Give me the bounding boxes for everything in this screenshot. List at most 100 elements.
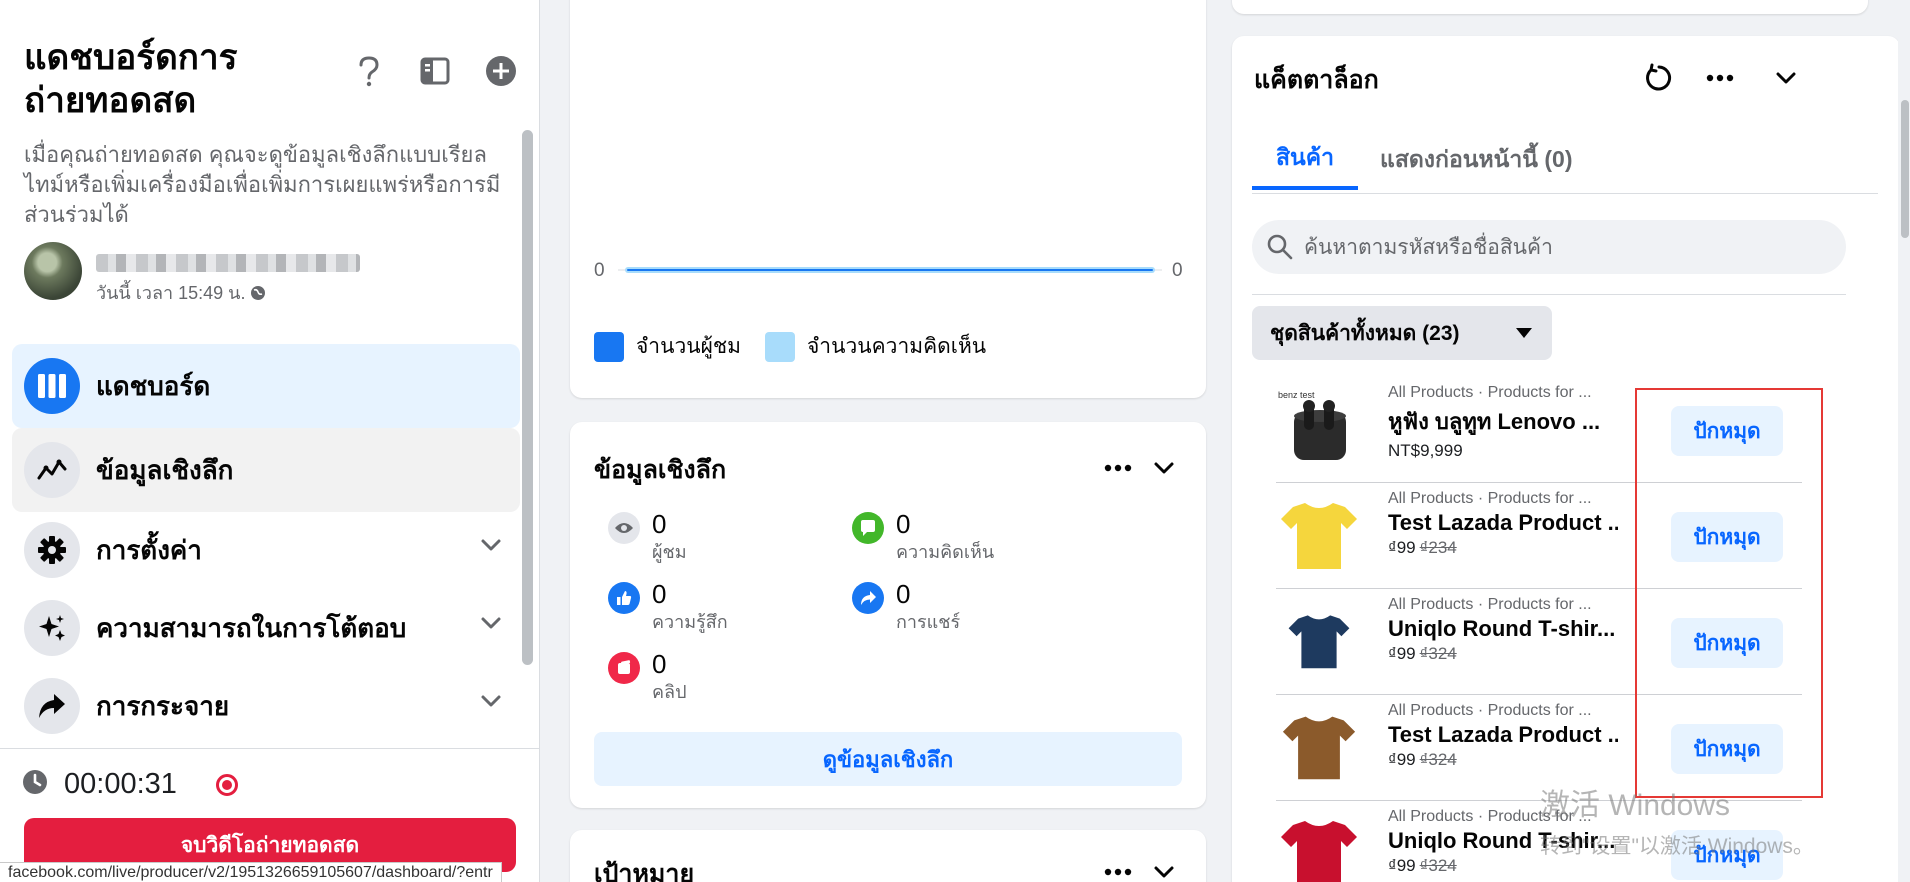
search-icon: [1266, 233, 1294, 267]
goals-title: เป้าหมาย: [594, 860, 695, 882]
panel-toggle-icon[interactable]: [418, 54, 452, 88]
see-insights-button[interactable]: ดูข้อมูลเชิงลึก: [594, 732, 1182, 786]
tab-label: แสดงก่อนหน้านี้ (0): [1380, 146, 1573, 172]
page-title: แดชบอร์ดการถ่ายทอดสด: [24, 38, 238, 120]
share-icon: [24, 678, 80, 734]
chevron-down-icon[interactable]: [1146, 450, 1182, 486]
legend-item-viewers: จำนวนผู้ชม: [594, 330, 741, 363]
product-price: NT$9,999: [1388, 441, 1618, 461]
product-category: All Products · Products for ...: [1388, 596, 1592, 613]
viewers-chart-card: 0 0 จำนวนผู้ชม จำนวนความคิดเห็น: [570, 0, 1206, 398]
status-url: facebook.com/live/producer/v2/1951326659…: [0, 862, 502, 882]
price-current: ₫99: [1388, 856, 1416, 875]
tab-previously-shown[interactable]: แสดงก่อนหน้านี้ (0): [1356, 130, 1597, 190]
nav-insights[interactable]: ข้อมูลเชิงลึก: [12, 428, 520, 512]
price-original: ₫324: [1419, 644, 1457, 663]
tab-products[interactable]: สินค้า: [1252, 130, 1359, 190]
nav-settings[interactable]: การตั้งค่า: [12, 508, 520, 592]
chevron-down-icon: [480, 694, 502, 713]
price-original: ₫324: [1419, 750, 1457, 769]
highlight-annotation-box: [1635, 388, 1823, 798]
metric-value: 0: [652, 509, 667, 539]
product-name: Test Lazada Product ...: [1388, 722, 1618, 747]
nav-label: แดชบอร์ด: [96, 370, 211, 401]
product-name: Uniqlo Round T-shir...: [1388, 616, 1616, 641]
product-thumbnail: [1276, 704, 1362, 790]
earbuds-image: benz test: [1276, 386, 1362, 472]
more-options-icon[interactable]: [1100, 854, 1136, 882]
nav-label: ข้อมูลเชิงลึก: [96, 454, 234, 485]
sidebar-scrollbar[interactable]: [522, 130, 533, 665]
viewers-chart: 0 0: [594, 260, 1183, 281]
metric-label: การแชร์: [896, 612, 961, 632]
product-search-input[interactable]: ค้นหาตามรหัสหรือชื่อสินค้า: [1252, 220, 1846, 274]
eye-icon: [608, 512, 640, 544]
metric-value: 0: [652, 579, 667, 609]
product-thumbnail: [1276, 492, 1362, 578]
chevron-down-icon[interactable]: [1766, 58, 1806, 98]
nav-dashboard[interactable]: แดชบอร์ด: [12, 344, 520, 428]
price-current: ₫99: [1388, 538, 1416, 557]
nav-distribution[interactable]: การกระจาย: [12, 664, 520, 748]
timer-text: 00:00:31: [64, 768, 177, 800]
metric-label: ความรู้สึก: [652, 612, 728, 632]
legend-item-comments: จำนวนความคิดเห็น: [765, 330, 986, 363]
divider: [1252, 294, 1846, 295]
chevron-down-icon: [480, 538, 502, 557]
legend-label: จำนวนผู้ชม: [636, 335, 741, 358]
sparkle-icon: [24, 600, 80, 656]
legend-swatch: [765, 331, 795, 362]
product-thumbnail: [1276, 598, 1362, 684]
nav-label: การตั้งค่า: [96, 534, 202, 565]
nav-label: ความสามารถในการโต้ตอบ: [96, 612, 407, 643]
tshirt-image: [1282, 716, 1356, 780]
product-price: ₫99 ₫324: [1388, 856, 1618, 876]
product-category: All Products · Products for ...: [1388, 808, 1592, 825]
page-scrollbar-thumb[interactable]: [1901, 100, 1909, 238]
page-description: เมื่อคุณถ่ายทอดสด คุณจะดูข้อมูลเชิงลึกแบ…: [24, 142, 501, 227]
search-placeholder: ค้นหาตามรหัสหรือชื่อสินค้า: [1304, 235, 1553, 259]
gear-icon: [24, 522, 80, 578]
tab-label: สินค้า: [1276, 144, 1335, 170]
metric-label: ผู้ชม: [652, 542, 687, 562]
chevron-down-icon: [480, 616, 502, 635]
like-icon: [608, 582, 640, 614]
help-icon[interactable]: [352, 54, 386, 88]
metric-viewers: 0 ผู้ชม: [608, 508, 687, 564]
price-original: ₫234: [1419, 538, 1457, 557]
live-record-icon: [216, 774, 238, 796]
previous-card: [1232, 0, 1868, 14]
add-icon[interactable]: [484, 54, 518, 88]
profile-name-blurred: [96, 254, 360, 272]
product-thumbnail: [1276, 810, 1362, 882]
more-options-icon[interactable]: [1100, 450, 1136, 486]
avatar[interactable]: [24, 242, 82, 300]
product-set-dropdown[interactable]: ชุดสินค้าทั้งหมด (23): [1252, 306, 1552, 360]
product-name: Uniqlo Round T-shir...: [1388, 828, 1616, 853]
y-axis-left-label: 0: [594, 260, 605, 281]
dashboard-icon: [24, 358, 80, 414]
pin-button[interactable]: ปักหมุด: [1671, 830, 1783, 880]
chevron-down-icon[interactable]: [1146, 854, 1182, 882]
price-current: NT$9,999: [1388, 441, 1463, 460]
nav-interactivity[interactable]: ความสามารถในการโต้ตอบ: [12, 586, 520, 670]
thumb-caption: benz test: [1278, 390, 1315, 400]
metric-label: ความคิดเห็น: [896, 542, 995, 562]
divider: [0, 748, 540, 749]
more-options-icon[interactable]: [1700, 58, 1740, 98]
product-category: All Products · Products for ...: [1388, 384, 1592, 401]
insights-card: ข้อมูลเชิงลึก 0 ผู้ชม 0 ความคิดเห็น 0 คว…: [570, 422, 1206, 808]
clip-icon: [608, 652, 640, 684]
catalog-title: แค็ตตาล็อก: [1254, 66, 1379, 94]
comment-icon: [852, 512, 884, 544]
metric-clips: 0 คลิป: [608, 648, 687, 704]
product-name: Test Lazada Product ...: [1388, 510, 1618, 535]
metric-comments: 0 ความคิดเห็น: [852, 508, 994, 564]
product-category: All Products · Products for ...: [1388, 702, 1592, 719]
refresh-icon[interactable]: [1638, 58, 1678, 98]
metric-reactions: 0 ความรู้สึก: [608, 578, 728, 634]
sidebar: แดชบอร์ดการถ่ายทอดสด เมื่อคุณถ่ายทอดสด ค…: [0, 0, 540, 882]
product-row: All Products · Products for ... Uniqlo R…: [1276, 802, 1802, 882]
profile-time: วันนี้ เวลา 15:49 น.: [96, 278, 266, 307]
metric-shares: 0 การแชร์: [852, 578, 960, 634]
